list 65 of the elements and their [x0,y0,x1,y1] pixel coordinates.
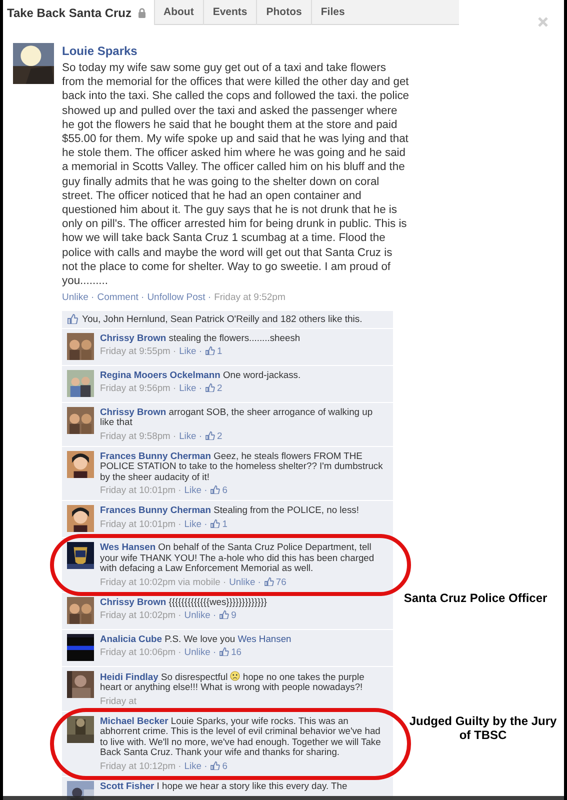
like-count[interactable]: 2 [205,430,222,440]
tab[interactable]: Photos [256,0,311,25]
commenter-name[interactable]: Regina Mooers Ockelmann [100,368,220,380]
like-count[interactable]: 16 [219,646,242,657]
like-count[interactable]: 1 [210,518,228,528]
comment-text: Wes Hansen On behalf of the Santa Cruz Police Department, tell your wife THANK YOU! The a-hole who did this has been charged with defacing a Law Enforcement Memorial as well. [100,542,376,574]
comment-text: Heidi Findlay So disrespectful hope no one takes the purple heart or anything else!!! What is wrong with people nowadays?! [100,670,366,692]
likes-text: You, John Hernlund, Sean Patrick O'Reilly and 182 others like this. [82,314,362,324]
like-count[interactable]: 6 [210,484,228,495]
like-count[interactable]: 9 [219,609,236,620]
like-link[interactable]: Like · [184,760,208,770]
tab[interactable]: About [154,0,203,25]
like-link[interactable]: Like · [179,430,202,440]
tab[interactable]: Files [310,0,354,25]
comment-text: Regina Mooers Ockelmann One word-jackass. [100,370,302,380]
timestamp: Friday at 9:58pm · [100,430,176,440]
comment-text: Frances Bunny Cherman Stealing from the POLICE, no less! [100,505,360,516]
timestamp: Friday at 10:02pm · [100,609,182,620]
like-link[interactable]: Like · [179,345,202,356]
comment-text: Analicia Cube P.S. We love you Wes Hansen [100,634,292,644]
like-link[interactable]: Unlike · [184,646,216,657]
comment-text: Chrissy Brown stealing the flowers........sheesh [100,332,302,343]
commenter-name[interactable]: Frances Bunny Cherman [100,450,211,460]
like-link[interactable]: Unlike · [229,576,261,586]
like-count[interactable]: 76 [264,576,286,586]
like-link[interactable]: Like · [184,518,208,528]
action-link[interactable]: Unlike · [62,291,94,306]
commenter-name[interactable]: Wes Hansen [100,541,156,552]
commenter-name[interactable]: Scott Fisher [100,780,154,790]
post-text: So today my wife saw some guy get out of a taxi and take flowers from the memorial for the offices that were killed the other day and get back into the taxi. She called the cops and followed the taxi. the police showed up and pulled over the taxi and asked the passenger where he got the flowers he said that he bought them at the store and paid $55.00 for them. My wife spoke up and said that he was lying and that he stole them. The officer asked him where he was going and he said a memorial in Scotts Valley. The officer called him on his bluff and the guy finally admits that he was going to the shelter down on coral street. The officer noticed that he had an open container and questioned him about it. The guy says that he is not drunk that he is only on pill's. The officer arrested him for being drunk in public. This is how we will take back Santa Cruz 1 scumbag at a time. Flood the police with calls and maybe the word will get out that Santa Cruz is not the place to come for shelter. Way to go sweetie. I am proud of you......... [62,61,410,288]
author-name[interactable]: Louie Sparks [62,43,410,59]
timestamp: Friday at 10:01pm · [100,484,182,495]
comment-text: Michael Becker Louie Sparks, your wife rocks. This was an abhorrent crime. This is the level of evil criminal behavior we've had to live with. We'll no more, we've had enough. Together we will Take Back Santa Cruz. Thank your wife and thanks for sharing. [100,716,382,758]
like-count[interactable]: 6 [210,760,228,770]
action-link[interactable]: Comment · [97,291,144,306]
annotation-text: Judged Guilty by the Jury of TBSC [408,714,558,742]
comment-text: Chrissy Brown {{{{{{{{{{{{{wes}}}}}}}}}}}}} [100,596,268,607]
commenter-name[interactable]: Frances Bunny Cherman [100,504,211,515]
timestamp: Friday at 9:56pm · [100,382,176,393]
annotation-text: Santa Cruz Police Officer [402,591,548,605]
like-link[interactable]: Like · [179,382,202,393]
comment-text: Frances Bunny Cherman Geez, he steals flowers FROM THE POLICE STATION to take to the homeless shelter?? I'm dumbstruck by the sheer audacity of it! [100,450,384,482]
commenter-name[interactable]: Analicia Cube [100,632,162,644]
action-link[interactable]: Unfollow Post · [147,291,212,306]
mention-link[interactable]: Wes Hansen [238,632,292,644]
like-count[interactable]: 1 [205,345,222,356]
like-link[interactable]: Unlike · [184,609,216,620]
timestamp: Friday at [100,694,136,706]
comment-text: Scott Fisher I hope we hear a story like this every day. The [100,780,348,791]
commenter-name[interactable]: Chrissy Brown [100,332,166,342]
timestamp: Friday at 10:01pm · [100,518,182,528]
comment-text: Chrissy Brown arrogant SOB, the sheer arrogance of walking up like that [100,406,374,428]
group-name[interactable]: Take Back Santa Cruz [7,4,132,22]
commenter-name[interactable]: Chrissy Brown [100,596,166,606]
tab[interactable]: Events [202,0,256,25]
timestamp: Friday at 10:06pm · [100,646,182,657]
timestamp: Friday at 10:02pm via mobile · [100,576,226,586]
timestamp: Friday at 9:55pm · [100,345,176,356]
commenter-name[interactable]: Michael Becker [100,714,168,726]
like-link[interactable]: Like · [184,484,208,495]
commenter-name[interactable]: Heidi Findlay [100,670,158,682]
timestamp: Friday at 9:52pm [214,291,286,306]
commenter-name[interactable]: Chrissy Brown [100,406,166,416]
like-count[interactable]: 2 [205,382,222,393]
timestamp: Friday at 10:12pm · [100,760,182,770]
